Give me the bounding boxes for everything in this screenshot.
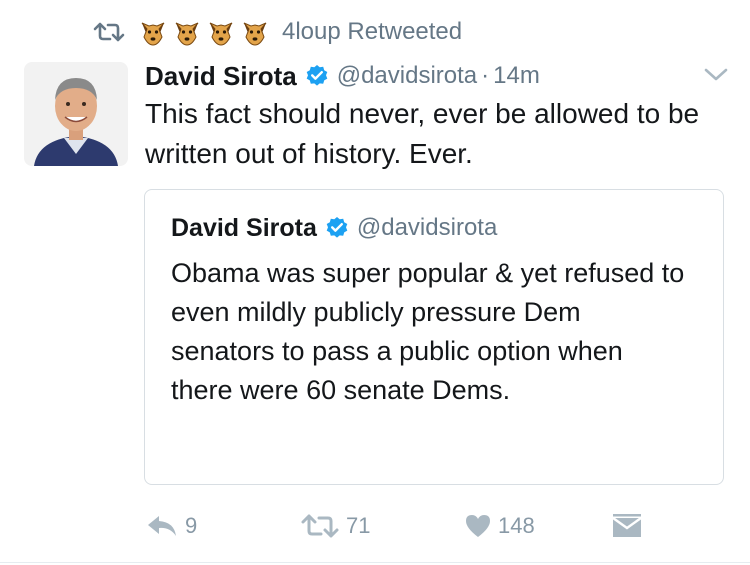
divider [0, 562, 750, 563]
quoted-tweet[interactable]: David Sirota @davidsirota Obama was supe… [144, 189, 724, 485]
reply-icon [148, 516, 176, 536]
avatar-image [24, 62, 128, 166]
heart-icon [466, 515, 490, 537]
quoted-tweet-header: David Sirota @davidsirota [171, 210, 497, 246]
retweet-count: 71 [346, 513, 371, 538]
retweet-icon [93, 22, 125, 42]
chevron-down-icon[interactable] [703, 66, 729, 84]
retweet-icon [301, 514, 339, 538]
tweet-card: 4loup Retweeted David Sirota @davidsirot… [0, 0, 750, 565]
quoted-author-handle: @davidsirota [356, 214, 498, 241]
direct-message-button[interactable] [612, 506, 648, 546]
retweet-context-text[interactable]: 4loup Retweeted [282, 18, 462, 46]
dog-face-icon [243, 22, 267, 46]
quoted-author-name: David Sirota [171, 213, 317, 242]
dog-face-icon [175, 22, 199, 46]
dog-emojis [138, 17, 274, 47]
reply-count: 9 [185, 513, 198, 538]
tweet-text: This fact should never, ever be allowed … [145, 98, 700, 169]
tweet-header: David Sirota @davidsirota · 14m [145, 58, 540, 94]
action-bar: 9 71 148 [0, 506, 750, 546]
reply-button[interactable]: 9 [145, 506, 197, 546]
verified-badge-icon [326, 217, 348, 238]
retweet-button[interactable]: 71 [300, 506, 370, 546]
like-button[interactable]: 148 [464, 506, 535, 546]
tweet-timestamp[interactable]: 14m [493, 62, 540, 90]
author-name[interactable]: David Sirota [145, 61, 297, 92]
retweet-context: 4loup Retweeted [92, 14, 462, 50]
author-handle[interactable]: @davidsirota [337, 62, 477, 90]
verified-badge-icon [306, 65, 328, 86]
envelope-icon [612, 514, 642, 537]
dog-face-icon [141, 22, 165, 46]
header-separator: · [481, 62, 490, 89]
avatar[interactable] [24, 62, 128, 166]
like-count: 148 [498, 513, 535, 538]
dog-face-icon [209, 22, 233, 46]
quoted-tweet-text: Obama was super popular & yet refused to… [171, 258, 685, 405]
